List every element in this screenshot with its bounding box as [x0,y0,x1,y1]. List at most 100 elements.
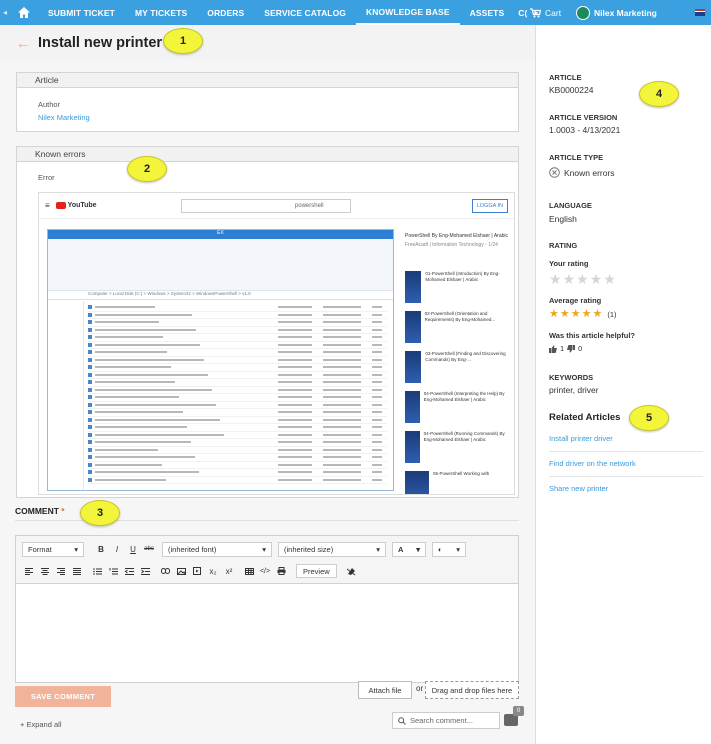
background-color-button[interactable]: ◐ ▾ [432,541,466,557]
size-select[interactable]: (inherited size) ▾ [278,541,386,557]
code-icon[interactable]: </> [258,564,272,578]
star-icon[interactable]: ★ [563,272,576,286]
back-arrow-icon[interactable]: ← [16,35,30,51]
bullet-list-icon[interactable] [90,564,104,578]
table-icon[interactable] [242,564,256,578]
format-select[interactable]: Format ▾ [22,541,84,557]
align-right-icon[interactable] [54,564,68,578]
helpful-label: Was this article helpful? [549,331,635,340]
numbered-list-icon[interactable] [106,564,120,578]
star-icon: ★ [549,308,559,320]
language-flag-icon[interactable] [695,9,705,16]
playlist-title: PowerShell By Eng-Mohamed Elshaer | Arab… [405,233,509,239]
explorer-file-row [88,439,387,447]
nav-more[interactable]: C( [514,0,531,25]
font-select[interactable]: (inherited font) ▾ [162,541,272,557]
menu-icon: ≡ [45,201,50,210]
callout-2: 2 [127,156,167,182]
align-center-icon[interactable] [38,564,52,578]
search-comment-input[interactable]: Search comment... [392,712,500,729]
required-mark: * [61,506,65,516]
indent-icon[interactable] [138,564,152,578]
outdent-icon[interactable] [122,564,136,578]
star-icon[interactable]: ★ [603,272,616,286]
star-icon[interactable]: ★ [576,272,589,286]
editor-toolbar: Format ▾ B I U abc (inherited font) ▾ (inh… [16,536,518,584]
nav-scroll-left-icon[interactable]: ◂ [0,8,10,17]
explorer-ribbon [48,239,393,291]
save-comment-button[interactable]: SAVE COMMENT [15,686,111,707]
explorer-file-row [88,402,387,409]
youtube-header: ≡ YouTube powershell LOGGA IN [39,193,514,219]
known-errors-heading: Known errors [17,147,518,162]
nav-my-tickets[interactable]: MY TICKETS [125,0,197,25]
nav-knowledge-base[interactable]: KNOWLEDGE BASE [356,0,460,25]
media-icon[interactable] [190,564,204,578]
average-rating-count: (1) [607,310,617,319]
star-icon[interactable]: ★ [590,272,603,286]
cart-label: Cart [545,7,562,18]
top-nav: ◂ SUBMIT TICKET MY TICKETS ORDERS SERVIC… [0,0,711,25]
type-label: ARTICLE TYPE [549,153,604,162]
superscript-button[interactable]: x² [222,564,236,578]
related-article-link[interactable]: Share new printer [549,484,608,493]
callout-4: 4 [639,81,679,107]
text-color-button[interactable]: A ▾ [392,541,426,557]
known-errors-panel: Known errors Error ≡ YouTube powershell … [16,146,519,498]
star-icon: ★ [581,308,592,320]
playlist-header: PowerShell By Eng-Mohamed Elshaer | Arab… [401,229,514,269]
article-panel: Article Author Nilex Marketing [16,72,519,132]
star-icon[interactable]: ★ [549,272,562,286]
related-article-link[interactable]: Find driver on the network [549,459,636,468]
bold-button[interactable]: B [94,542,108,556]
explorer-address: Computer > Local Disk (C:) > Windows > S… [48,291,393,300]
align-left-icon[interactable] [22,564,36,578]
comment-editor: Format ▾ B I U abc (inherited font) ▾ (inh… [15,535,519,683]
align-justify-icon[interactable] [70,564,84,578]
cart-button[interactable]: Cart [530,0,561,25]
author-link[interactable]: Nilex Marketing [38,113,90,122]
expand-all-link[interactable]: + Expand all [20,720,62,729]
nav-orders[interactable]: ORDERS [197,0,254,25]
print-icon[interactable] [274,564,288,578]
file-dropzone[interactable]: Drag and drop files here [425,681,519,699]
strikethrough-button[interactable]: abc [142,542,156,556]
language-value: English [549,214,577,224]
nav-submit-ticket[interactable]: SUBMIT TICKET [38,0,125,25]
subscript-button[interactable]: x₂ [206,564,220,578]
callout-3: 3 [80,500,120,526]
average-rating-label: Average rating [549,296,602,305]
author-label: Author [38,100,61,109]
user-menu[interactable]: Nilex Marketing [576,0,657,25]
playlist-video: 01-PowerShell (Introduction) By Eng-Moha… [401,269,514,309]
close-circle-icon [549,167,560,178]
nav-service-catalog[interactable]: SERVICE CATALOG [254,0,356,25]
comment-textarea[interactable] [16,584,518,683]
nav-assets[interactable]: ASSETS [460,0,515,25]
image-icon[interactable] [174,564,188,578]
explorer-file-row [88,312,387,319]
link-icon[interactable] [158,564,172,578]
explorer-file-row [88,387,387,394]
preview-button[interactable]: Preview [296,564,337,578]
your-rating-stars[interactable]: ★ ★ ★ ★ ★ [549,272,616,286]
italic-button[interactable]: I [110,542,124,556]
playlist-video: 03-PowerShell (Finding and Discovering C… [401,349,514,389]
explorer-file-row [88,327,387,334]
type-value: Known errors [549,167,615,178]
attach-file-button[interactable]: Attach file [358,681,412,699]
or-text: or [416,684,424,693]
thumbs-down-icon[interactable] [567,344,576,353]
home-icon[interactable] [10,0,38,25]
underline-button[interactable]: U [126,542,140,556]
version-label: ARTICLE VERSION [549,113,618,122]
explorer-file-row [88,364,387,372]
clear-format-icon[interactable] [345,564,359,578]
explorer-file-row [88,454,387,462]
comment-label: COMMENT * [15,506,65,516]
explorer-file-row [88,342,387,349]
thumbs-up-icon[interactable] [549,345,557,353]
related-article-link[interactable]: Install printer driver [549,434,613,443]
playlist-channel: FreeAcadt | Information Technology - 1/2… [405,242,498,248]
video-title: 02-PowerShell (Orientation and Requireme… [424,311,496,322]
